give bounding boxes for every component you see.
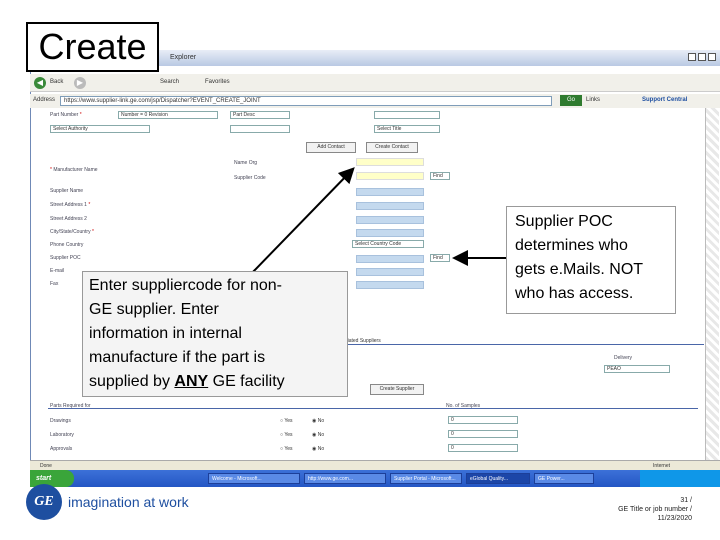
laboratory-no-radio[interactable]: ◉ No [312,432,324,438]
system-tray [640,470,720,487]
footer-subtitle: GE Title or job number / [618,506,692,513]
supplier-poc-label: Supplier POC [50,255,81,261]
taskbar-item[interactable]: GE Power... [534,473,594,484]
go-button[interactable]: Go [560,95,582,106]
footer-info: 31 / GE Title or job number / 11/23/2020 [618,496,692,523]
supplier-code-input[interactable] [356,172,424,180]
windows-taskbar: start Welcome - Microsoft... http://www.… [30,470,720,487]
add-contact-button[interactable]: Add Contact [306,142,356,153]
back-label[interactable]: Back [50,79,63,85]
supplier-code-callout: Enter suppliercode for non- GE supplier.… [82,271,348,397]
fax-input[interactable] [356,281,424,289]
page-number: 31 / [680,497,692,504]
authority-input[interactable] [230,125,290,133]
part-desc-input[interactable]: Part Desc [230,111,290,119]
status-zone-text: Internet [653,463,670,469]
approvals-yes-radio[interactable]: ○ Yes [280,446,293,452]
window-title: Explorer [170,54,197,61]
ge-logo: GE [26,484,62,520]
drawings-samples-input[interactable]: 0 [448,416,518,424]
callout-left-line: GE supplier. Enter [89,301,219,318]
supplier-name-input[interactable] [356,188,424,196]
city-input[interactable] [356,229,424,237]
name-org-input[interactable] [356,158,424,166]
street-address1-label: Street Address 1 * [50,202,91,208]
create-supplier-button[interactable]: Create Supplier [370,384,424,395]
links-label[interactable]: Links [586,97,600,103]
supplier-code-find-button[interactable]: Find [430,172,450,180]
search-label[interactable]: Search [160,79,179,85]
callout-left-line: information in internal [89,325,242,342]
footer-date: 11/23/2020 [657,515,692,522]
city-label: City/State/Country * [50,229,94,235]
back-arrow-icon[interactable]: ◀ [34,77,46,89]
phone-country-select[interactable]: Select Country Code [352,240,424,248]
title-select[interactable]: Select Title [374,125,440,133]
authority-select[interactable]: Select Authority [50,125,150,133]
support-central-link[interactable]: Support Central [642,97,687,103]
approvals-label: Approvals [50,446,73,452]
supplier-poc-callout: Supplier POC determines who gets e.Mails… [506,206,676,314]
supplier-name-label: Supplier Name [50,188,84,194]
drawings-label: Drawings [50,418,71,424]
vertical-scrollbar[interactable] [705,108,719,460]
taskbar-item[interactable]: Supplier Portal - Microsoft... [390,473,462,484]
close-button[interactable] [708,53,716,61]
street-address1-input[interactable] [356,202,424,210]
callout-right-line: who has access. [515,285,634,302]
email-label: E-mail [50,268,65,274]
parts-required-header [48,402,698,409]
manufacturer-label: * Manufacturer Name [50,167,98,173]
supplier-code-label: Supplier Code [234,175,266,181]
taskbar-item[interactable]: Welcome - Microsoft... [208,473,300,484]
status-done-text: Done [40,463,52,469]
approvals-samples-input[interactable]: 0 [448,444,518,452]
callout-right-line: gets e.Mails. NOT [515,261,644,278]
laboratory-yes-radio[interactable]: ○ Yes [280,432,293,438]
right-select-1[interactable] [374,111,440,119]
fax-label: Fax [50,281,59,287]
drawings-yes-radio[interactable]: ○ Yes [280,418,293,424]
approvals-no-radio[interactable]: ◉ No [312,446,324,452]
laboratory-samples-input[interactable]: 0 [448,430,518,438]
supplier-poc-input[interactable] [356,255,424,263]
samples-label: No. of Samples [446,403,481,409]
delivery-select[interactable]: PEAO [604,365,670,373]
laboratory-label: Laboratory [50,432,74,438]
emphasis-any: ANY [174,373,209,390]
drawings-no-radio[interactable]: ◉ No [312,418,324,424]
name-org-label: Name Org [234,160,258,166]
callout-left-line: Enter suppliercode for non- [89,277,282,294]
callout-left-line: supplied by ANY GE facility [89,373,285,390]
email-input[interactable] [356,268,424,276]
address-bar: Address https://www.supplier-link.ge.com… [30,94,720,108]
create-contact-button[interactable]: Create Contact [366,142,418,153]
associated-suppliers-header: Associated Suppliers [334,338,704,345]
address-input[interactable]: https://www.supplier-link.ge.com/jsp/Dis… [60,96,552,106]
maximize-button[interactable] [698,53,706,61]
status-bar: Done Internet [30,460,720,470]
callout-left-line: manufacture if the part is [89,349,266,366]
address-label: Address [33,97,56,103]
favorites-label[interactable]: Favorites [205,79,230,85]
supplier-poc-find-button[interactable]: Find [430,254,450,262]
parts-required-label: Parts Required for [50,403,91,409]
part-number-label: Part Number * [50,112,82,118]
slide-title: Create [26,22,159,72]
taskbar-item[interactable]: eGlobal Quality... [466,473,530,484]
callout-right-line: determines who [515,237,628,254]
street-address2-input[interactable] [356,216,424,224]
tagline: imagination at work [68,494,189,510]
browser-toolbar: ◀ Back ▶ Search Favorites [30,74,720,92]
delivery-label: Delivery [614,355,633,361]
phone-label: Phone Country [50,242,84,248]
taskbar-item[interactable]: http://www.ge.com... [304,473,386,484]
callout-right-line: Supplier POC [515,213,613,230]
forward-arrow-icon[interactable]: ▶ [74,77,86,89]
minimize-button[interactable] [688,53,696,61]
part-number-input[interactable]: Number = 0 Revision [118,111,218,119]
street-address2-label: Street Address 2 [50,216,87,222]
